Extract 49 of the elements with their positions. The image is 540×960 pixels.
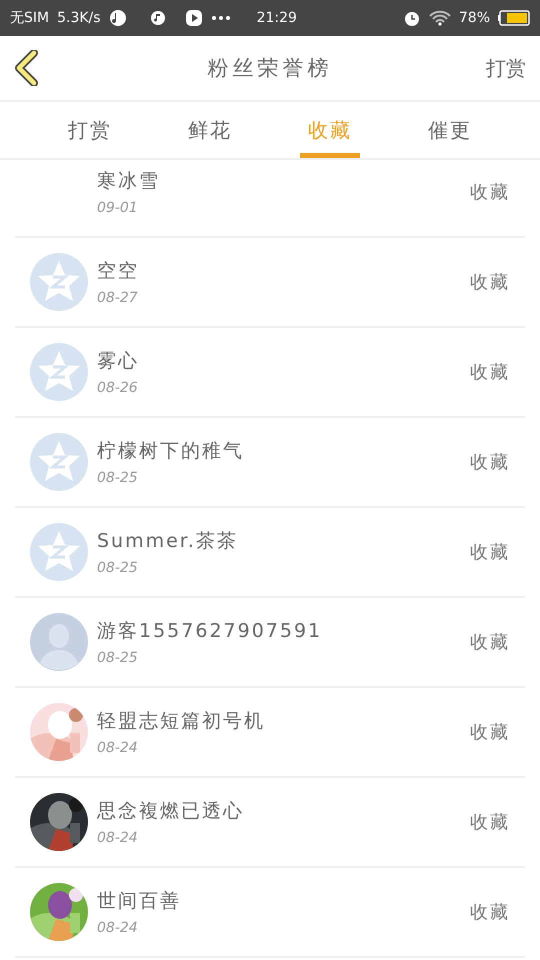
network-speed: 5.3K/s	[57, 10, 101, 26]
action-label: 收藏	[470, 541, 510, 564]
battery-percent: 78%	[458, 10, 490, 26]
fan-name: 柠檬树下的稚气	[97, 439, 245, 464]
fan-date: 08-25	[97, 470, 139, 486]
app-icon	[108, 9, 127, 27]
fan-name: 思念複燃已透心	[97, 799, 245, 824]
wifi-icon	[428, 10, 451, 26]
fan-date: 08-24	[97, 740, 139, 756]
fan-name: 寒冰雪	[97, 169, 161, 194]
fan-date: 08-24	[97, 920, 139, 936]
battery-icon	[498, 10, 530, 26]
star-avatar-icon	[30, 523, 88, 581]
clock-time: 21:29	[256, 10, 297, 26]
fan-date: 08-26	[97, 380, 139, 396]
tab[interactable]: 打赏	[60, 102, 120, 158]
fan-name: 轻盟志短篇初号机	[97, 709, 266, 734]
carrier-text: 无SIM	[10, 9, 50, 27]
action-label: 收藏	[470, 901, 510, 924]
fan-name: 空空	[97, 259, 140, 284]
fan-date: 09-01	[97, 200, 139, 216]
action-label: 收藏	[470, 181, 510, 204]
person-avatar-icon	[30, 613, 88, 671]
action-label: 收藏	[470, 361, 510, 384]
music-icon	[148, 9, 167, 27]
reward-button[interactable]: 打赏	[486, 54, 526, 82]
action-label: 收藏	[470, 451, 510, 474]
star-avatar-icon	[30, 343, 88, 401]
star-avatar-icon	[30, 253, 88, 311]
fan-date: 08-27	[97, 290, 139, 306]
action-label: 收藏	[470, 271, 510, 294]
fan-name: 雾心	[97, 349, 140, 374]
action-label: 收藏	[470, 721, 510, 744]
page-title: 粉丝荣誉榜	[208, 56, 332, 80]
action-label: 收藏	[470, 631, 510, 654]
tab[interactable]: 催更	[420, 102, 480, 158]
fan-date: 08-25	[97, 560, 139, 576]
back-icon[interactable]	[14, 50, 40, 86]
fan-name: 游客1557627907591	[97, 619, 324, 644]
fan-name: Summer.茶茶	[97, 529, 239, 554]
alarm-icon	[402, 9, 421, 27]
star-avatar-icon	[30, 433, 88, 491]
fan-date: 08-25	[97, 650, 139, 666]
fan-name: 世间百善	[97, 889, 182, 914]
tab[interactable]: 鲜花	[180, 102, 240, 158]
play-icon	[184, 9, 203, 27]
fan-date: 08-24	[97, 830, 139, 846]
action-label: 收藏	[470, 811, 510, 834]
more-icon	[210, 15, 231, 21]
